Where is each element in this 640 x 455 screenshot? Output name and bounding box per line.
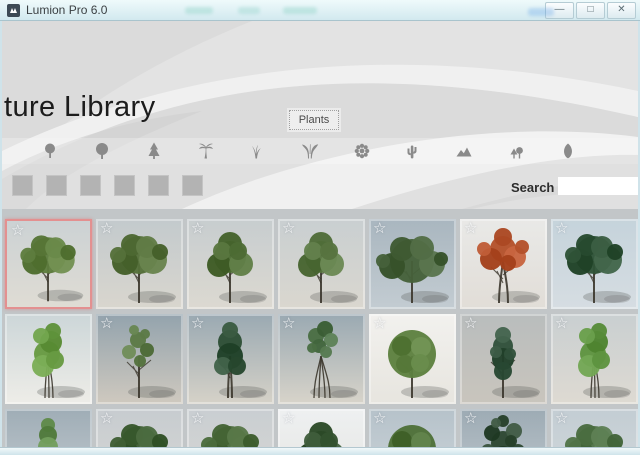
plant-thumbnail[interactable] (5, 409, 92, 447)
category-cactus-icon[interactable] (402, 141, 422, 161)
favorite-star-icon[interactable]: ☆ (464, 219, 477, 239)
plant-thumbnail[interactable]: ☆ (278, 219, 365, 309)
favorite-star-icon[interactable]: ☆ (555, 314, 568, 334)
plant-thumbnail-grid: ☆ ☆ ☆ ☆ ☆ ☆ ☆ ☆ ☆ ☆ ☆ ☆ ☆ ☆ ☆ ☆ ☆ ☆ ☆ (2, 209, 638, 447)
plant-thumbnail[interactable]: ☆ (5, 219, 92, 309)
watermark (185, 7, 213, 14)
library-content: ture Library Plants Search ☆☆☆☆☆☆☆☆☆☆☆☆☆… (2, 21, 638, 447)
plant-thumbnail[interactable]: ☆ (551, 409, 638, 447)
plant-thumbnail[interactable]: ☆ (369, 409, 456, 447)
favorite-star-icon[interactable]: ☆ (282, 409, 295, 429)
window-frame-bottom (0, 447, 640, 455)
plant-thumbnail[interactable]: ☆ (96, 219, 183, 309)
favorite-star-icon[interactable]: ☆ (464, 314, 477, 334)
category-plants-icon[interactable] (300, 141, 320, 161)
plant-thumbnail[interactable] (5, 314, 92, 404)
plants-category-button[interactable]: Plants (289, 110, 339, 130)
favorite-star-icon[interactable]: ☆ (464, 409, 477, 429)
title-bar: Lumion Pro 6.0 — □ ✕ (0, 0, 640, 21)
favorite-star-icon[interactable]: ☆ (191, 219, 204, 239)
favorite-star-icon[interactable]: ☆ (191, 409, 204, 429)
plant-thumbnail[interactable]: ☆ (551, 314, 638, 404)
favorite-star-icon[interactable]: ☆ (555, 219, 568, 239)
category-leaf-icon[interactable] (558, 141, 578, 161)
favorite-star-icon[interactable]: ☆ (282, 219, 295, 239)
close-button[interactable]: ✕ (607, 2, 636, 19)
category-large-tree-icon[interactable] (92, 141, 112, 161)
favorite-star-icon[interactable]: ☆ (191, 314, 204, 334)
variation-square-5[interactable] (148, 175, 169, 196)
plant-thumbnail[interactable]: ☆ (460, 314, 547, 404)
watermark (283, 7, 317, 14)
window-controls: — □ ✕ (543, 2, 636, 19)
category-palm-icon[interactable] (196, 141, 216, 161)
watermark (238, 7, 260, 14)
plant-thumbnail[interactable]: ☆ (278, 409, 365, 447)
library-header: ture Library Plants Search (2, 21, 638, 209)
variation-square-3[interactable] (80, 175, 101, 196)
search-label: Search (511, 180, 554, 195)
category-grass-icon[interactable] (246, 141, 266, 161)
favorite-star-icon[interactable]: ☆ (373, 314, 386, 334)
variation-square-6[interactable] (182, 175, 203, 196)
variation-square-1[interactable] (12, 175, 33, 196)
favorite-star-icon[interactable]: ☆ (100, 314, 113, 334)
plant-thumbnail[interactable]: ☆ (551, 219, 638, 309)
favorite-star-icon[interactable]: ☆ (11, 221, 24, 241)
category-icon-bar (2, 138, 638, 164)
plant-thumbnail[interactable]: ☆ (187, 314, 274, 404)
search-input[interactable] (558, 177, 638, 195)
plant-thumbnail[interactable]: ☆ (369, 219, 456, 309)
lumion-window: Lumion Pro 6.0 — □ ✕ ture Library Plants (0, 0, 640, 455)
variation-square-4[interactable] (114, 175, 135, 196)
variation-bar: Search (2, 164, 638, 209)
category-rocks-icon[interactable] (454, 141, 474, 161)
plant-thumbnail[interactable]: ☆ (96, 314, 183, 404)
plant-thumbnail[interactable]: ☆ (187, 409, 274, 447)
favorite-star-icon[interactable]: ☆ (100, 409, 113, 429)
favorite-star-icon[interactable]: ☆ (373, 409, 386, 429)
favorite-star-icon[interactable]: ☆ (100, 219, 113, 239)
plant-thumbnail[interactable]: ☆ (460, 409, 547, 447)
lumion-app-icon (7, 4, 20, 17)
favorite-star-icon[interactable]: ☆ (282, 314, 295, 334)
window-title: Lumion Pro 6.0 (26, 3, 107, 17)
page-title: ture Library (4, 91, 155, 124)
plant-thumbnail[interactable]: ☆ (187, 219, 274, 309)
plant-thumbnail[interactable]: ☆ (96, 409, 183, 447)
variation-square-2[interactable] (46, 175, 67, 196)
category-conifer-icon[interactable] (144, 141, 164, 161)
plant-thumbnail[interactable]: ☆ (460, 219, 547, 309)
category-flower-icon[interactable] (352, 141, 372, 161)
maximize-button[interactable]: □ (576, 2, 605, 19)
category-tree-cluster-icon[interactable] (506, 141, 526, 161)
plant-thumbnail[interactable]: ☆ (278, 314, 365, 404)
plant-thumbnail[interactable]: ☆ (369, 314, 456, 404)
favorite-star-icon[interactable]: ☆ (555, 409, 568, 429)
watermark (528, 8, 554, 16)
category-small-tree-icon[interactable] (40, 141, 60, 161)
favorite-star-icon[interactable]: ☆ (373, 219, 386, 239)
